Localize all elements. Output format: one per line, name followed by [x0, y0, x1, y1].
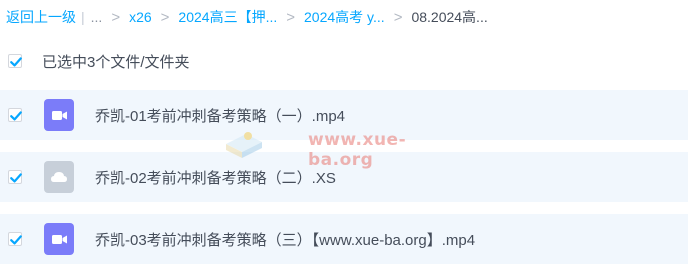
file-checkbox[interactable] [8, 232, 22, 246]
check-icon [10, 57, 22, 67]
video-file-icon [44, 223, 74, 255]
file-row[interactable]: 乔凯-01考前冲刺备考策略（一）.mp4 [0, 90, 688, 142]
chevron-right-icon: > [286, 8, 296, 26]
back-link[interactable]: 返回上一级 [6, 7, 76, 27]
file-name[interactable]: 乔凯-01考前冲刺备考策略（一）.mp4 [95, 105, 345, 126]
selection-count: 已选中3个文件/文件夹 [42, 54, 190, 71]
cloud-file-icon [44, 161, 74, 193]
video-file-icon [44, 99, 74, 131]
file-name[interactable]: 乔凯-03考前冲刺备考策略（三）【www.xue-ba.org】.mp4 [95, 229, 475, 250]
file-checkbox[interactable] [8, 170, 22, 184]
file-checkbox[interactable] [8, 108, 22, 122]
breadcrumb-item[interactable]: 2024高三【押... [178, 7, 277, 27]
breadcrumb: 返回上一级 | ... > x26 > 2024高三【押... > 2024高考… [0, 0, 688, 34]
file-row[interactable]: 乔凯-03考前冲刺备考策略（三）【www.xue-ba.org】.mp4 [0, 214, 688, 264]
breadcrumb-item[interactable]: 2024高考 y... [304, 7, 385, 27]
chevron-right-icon: > [111, 8, 121, 26]
file-name[interactable]: 乔凯-02考前冲刺备考策略（二）.XS [95, 167, 336, 188]
breadcrumb-current: 08.2024高... [411, 9, 488, 25]
breadcrumb-item[interactable]: x26 [129, 9, 152, 25]
file-row[interactable]: 乔凯-02考前冲刺备考策略（二）.XS [0, 152, 688, 202]
check-icon [10, 173, 22, 183]
select-all-checkbox[interactable] [8, 54, 22, 68]
breadcrumb-divider: | [81, 9, 85, 25]
chevron-right-icon: > [160, 8, 170, 26]
breadcrumb-ellipsis[interactable]: ... [91, 9, 103, 25]
row-divider [0, 140, 688, 142]
chevron-right-icon: > [393, 8, 403, 26]
check-icon [10, 111, 22, 121]
check-icon [10, 235, 22, 245]
selection-header: 已选中3个文件/文件夹 [0, 42, 688, 78]
